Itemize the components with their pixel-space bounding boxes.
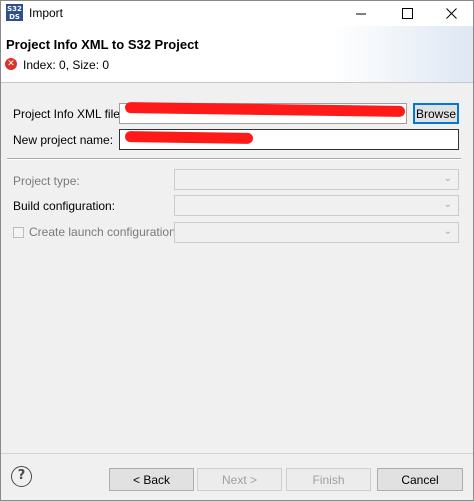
section-separator — [7, 158, 461, 160]
finish-button[interactable]: Finish — [286, 468, 371, 491]
close-button[interactable] — [429, 1, 473, 26]
xml-file-label: Project Info XML file: — [13, 107, 124, 121]
build-config-select[interactable]: ⌄ — [174, 195, 459, 216]
header-banner — [333, 26, 473, 82]
chevron-down-icon: ⌄ — [443, 173, 452, 184]
maximize-button[interactable] — [385, 1, 429, 26]
wizard-page-title: Project Info XML to S32 Project — [6, 37, 199, 52]
cancel-button[interactable]: Cancel — [377, 468, 463, 491]
project-type-select[interactable]: ⌄ — [174, 169, 459, 190]
redaction-mark — [124, 131, 254, 144]
window-title: Import — [29, 6, 64, 20]
launch-config-checkbox[interactable] — [13, 227, 24, 238]
wizard-header: Project Info XML to S32 Project ✕ Index:… — [1, 26, 473, 83]
footer-separator — [1, 453, 473, 454]
browse-button[interactable]: Browse — [413, 103, 459, 124]
s32ds-app-icon: S32 DS — [6, 4, 23, 21]
chevron-down-icon: ⌄ — [443, 226, 452, 237]
error-icon: ✕ — [5, 58, 17, 70]
next-button[interactable]: Next > — [197, 468, 282, 491]
project-name-label: New project name: — [13, 133, 114, 147]
title-bar[interactable]: S32 DS Import — [1, 1, 473, 26]
chevron-down-icon: ⌄ — [443, 199, 452, 210]
build-config-label: Build configuration: — [13, 199, 116, 213]
close-icon — [445, 8, 457, 19]
error-message: Index: 0, Size: 0 — [23, 58, 110, 72]
project-type-label: Project type: — [13, 174, 80, 188]
launch-config-label: Create launch configuration — [29, 225, 176, 239]
import-dialog: S32 DS Import Project Info XML to S32 Pro… — [0, 0, 474, 501]
maximize-icon — [401, 8, 413, 19]
minimize-button[interactable] — [339, 1, 383, 26]
minimize-icon — [355, 13, 366, 15]
launch-config-select[interactable]: ⌄ — [174, 222, 459, 243]
help-icon[interactable]: ? — [11, 466, 32, 487]
back-button[interactable]: < Back — [109, 468, 194, 491]
